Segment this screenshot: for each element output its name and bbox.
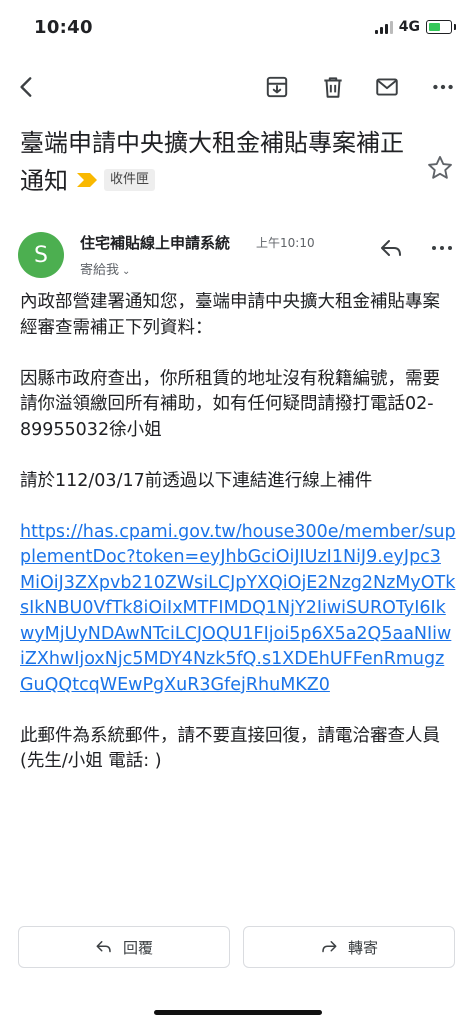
status-time: 10:40 xyxy=(34,17,93,38)
forward-label: 轉寄 xyxy=(347,938,378,957)
forward-icon xyxy=(322,941,337,953)
reply-button[interactable]: 回覆 xyxy=(18,926,230,968)
signal-icon xyxy=(374,20,393,34)
home-indicator[interactable] xyxy=(154,1010,322,1015)
forward-button[interactable]: 轉寄 xyxy=(243,926,455,968)
delete-button[interactable] xyxy=(318,72,348,102)
reply-icon xyxy=(96,941,111,953)
top-toolbar xyxy=(0,62,474,112)
supplement-link[interactable]: https://has.cpami.gov.tw/house300e/membe… xyxy=(20,520,456,699)
body-paragraph: 因縣市政府查出，你所租賃的地址沒有稅籍編號，需要請你溢領繳回所有補助，如有任何疑… xyxy=(20,368,440,440)
more-options-button[interactable] xyxy=(428,72,458,102)
mail-icon xyxy=(376,78,398,96)
status-indicators: 4G xyxy=(374,19,456,35)
arrow-back-icon xyxy=(20,77,32,97)
email-subject-line: 臺端申請中央擴大租金補貼專案補正通知 收件匣 xyxy=(20,124,410,200)
email-view-screen: 10:40 4G 臺端申請中央擴大租金補貼專案補正通知 收件匣 S 住宅補貼線上… xyxy=(0,0,474,1025)
body-paragraph: 請於112/03/17前透過以下連結進行線上補件 xyxy=(20,470,373,491)
link-paragraph: https://has.cpami.gov.tw/house300e/membe… xyxy=(20,520,456,699)
archive-icon xyxy=(266,76,288,98)
body-paragraph: 此郵件為系統郵件，請不要直接回復，請電洽審查人員(先生/小姐 電話: ) xyxy=(20,725,440,772)
trash-icon xyxy=(324,77,342,98)
star-icon[interactable] xyxy=(426,154,454,182)
inbox-label-chip[interactable]: 收件匣 xyxy=(104,169,156,191)
reply-icon[interactable] xyxy=(378,236,406,260)
sender-avatar[interactable]: S xyxy=(18,232,64,278)
body-paragraph: 內政部營建署通知您，臺端申請中央擴大租金補貼專案經審查需補正下列資料： xyxy=(20,292,440,338)
battery-icon xyxy=(426,20,456,34)
mark-unread-button[interactable] xyxy=(372,72,402,102)
sender-name[interactable]: 住宅補貼線上申請系統 xyxy=(80,232,230,253)
recipient-label: 寄給我 xyxy=(80,263,120,278)
recipient-details[interactable]: 寄給我 ⌄ xyxy=(80,259,130,278)
network-type: 4G xyxy=(398,19,420,35)
status-bar: 10:40 4G xyxy=(0,0,474,56)
email-time: 上午10:10 xyxy=(256,236,315,250)
chevron-down-icon: ⌄ xyxy=(122,266,131,277)
reply-label: 回覆 xyxy=(122,938,153,957)
important-marker-icon[interactable] xyxy=(76,172,98,188)
email-body: 內政部營建署通知您，臺端申請中央擴大租金補貼專案經審查需補正下列資料： 因縣市政… xyxy=(20,290,456,800)
archive-button[interactable] xyxy=(262,72,292,102)
more-horiz-icon xyxy=(433,84,453,90)
back-button[interactable] xyxy=(12,72,42,102)
more-horiz-icon[interactable] xyxy=(428,236,456,260)
